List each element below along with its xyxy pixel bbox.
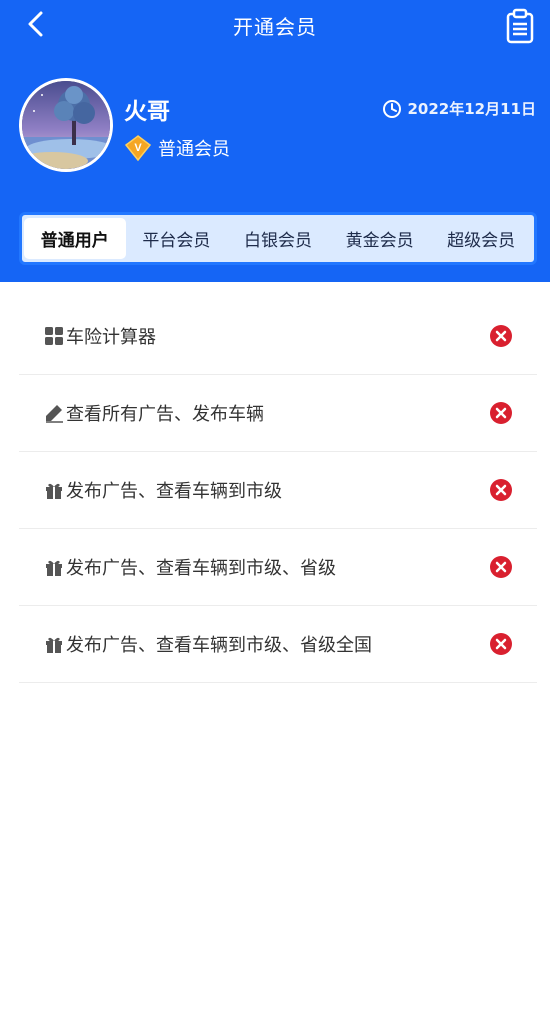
clipboard-button[interactable] <box>504 8 536 44</box>
benefit-label: 车险计算器 <box>66 327 156 348</box>
benefit-list: 车险计算器 查看所有广告、发布车辆 发布广告、查看车辆到市级 发布广告、查看车辆… <box>19 298 537 683</box>
vip-diamond-icon: V <box>124 135 152 162</box>
tab-super-member[interactable]: 超级会员 <box>430 218 532 259</box>
avatar[interactable] <box>19 78 113 172</box>
tab-platform-member[interactable]: 平台会员 <box>126 218 228 259</box>
pencil-icon <box>46 405 63 423</box>
page-title: 开通会员 <box>233 15 317 39</box>
list-item: 发布广告、查看车辆到市级、省级 <box>19 529 537 606</box>
tab-regular-user[interactable]: 普通用户 <box>24 218 126 259</box>
vip-badge-letter: V <box>134 142 142 154</box>
member-level-label: 普通会员 <box>158 139 230 160</box>
gift-icon <box>46 637 62 653</box>
unavailable-icon <box>490 633 512 655</box>
unavailable-icon <box>490 402 512 424</box>
header: 开通会员 火哥 V 普通会员 2022年12月11日 普通用户 平台会员 白银会… <box>0 0 550 282</box>
list-item: 发布广告、查看车辆到市级、省级全国 <box>19 606 537 683</box>
avatar-landscape-image <box>22 81 110 169</box>
gift-icon <box>46 483 62 499</box>
unavailable-icon <box>490 556 512 578</box>
tab-gold-member[interactable]: 黄金会员 <box>329 218 431 259</box>
benefit-label: 发布广告、查看车辆到市级 <box>66 481 282 502</box>
unavailable-icon <box>490 479 512 501</box>
membership-tabs: 普通用户 平台会员 白银会员 黄金会员 超级会员 <box>19 212 537 265</box>
tab-silver-member[interactable]: 白银会员 <box>227 218 329 259</box>
profile-section: 火哥 V 普通会员 2022年12月11日 <box>0 52 550 212</box>
clock-icon <box>382 99 401 118</box>
list-item: 发布广告、查看车辆到市级 <box>19 452 537 529</box>
gift-icon <box>46 560 62 576</box>
member-level: V 普通会员 <box>124 134 230 162</box>
grid-icon <box>45 327 63 345</box>
benefit-label: 发布广告、查看车辆到市级、省级 <box>66 558 336 579</box>
nav-bar: 开通会员 <box>0 0 550 52</box>
user-name: 火哥 <box>124 99 170 125</box>
date-area: 2022年12月11日 <box>382 98 537 119</box>
benefit-label: 查看所有广告、发布车辆 <box>66 404 264 425</box>
list-item: 查看所有广告、发布车辆 <box>19 375 537 452</box>
benefit-label: 发布广告、查看车辆到市级、省级全国 <box>66 635 372 656</box>
list-item: 车险计算器 <box>19 298 537 375</box>
clipboard-icon <box>506 8 534 44</box>
date-text: 2022年12月11日 <box>407 100 537 118</box>
unavailable-icon <box>490 325 512 347</box>
